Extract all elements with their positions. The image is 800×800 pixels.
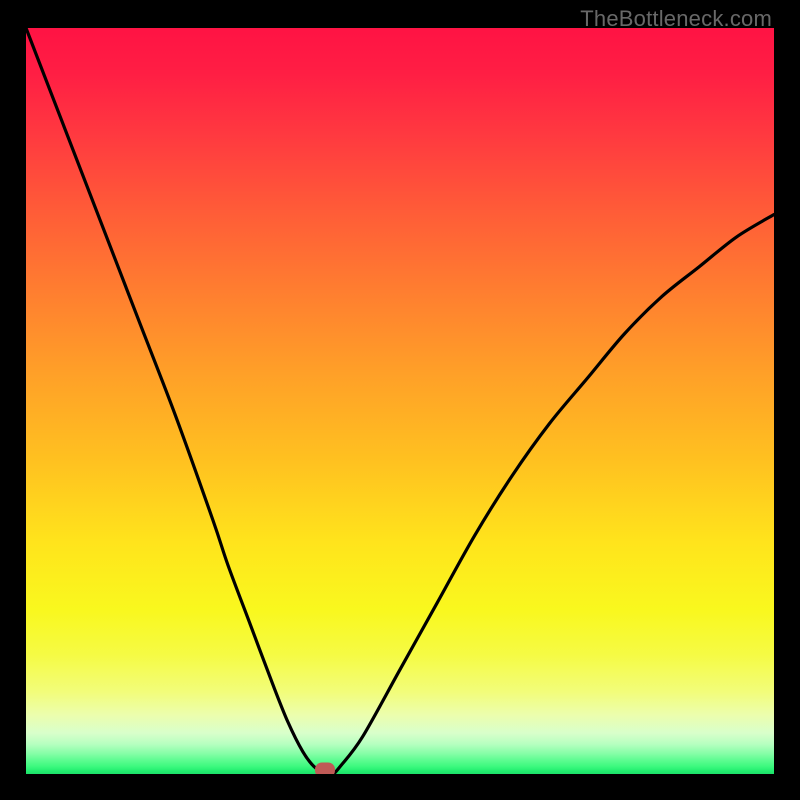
bottleneck-curve [26, 28, 774, 774]
plot-area [26, 28, 774, 774]
watermark-text: TheBottleneck.com [580, 6, 772, 32]
optimal-point-marker [315, 763, 335, 775]
chart-container: TheBottleneck.com [0, 0, 800, 800]
